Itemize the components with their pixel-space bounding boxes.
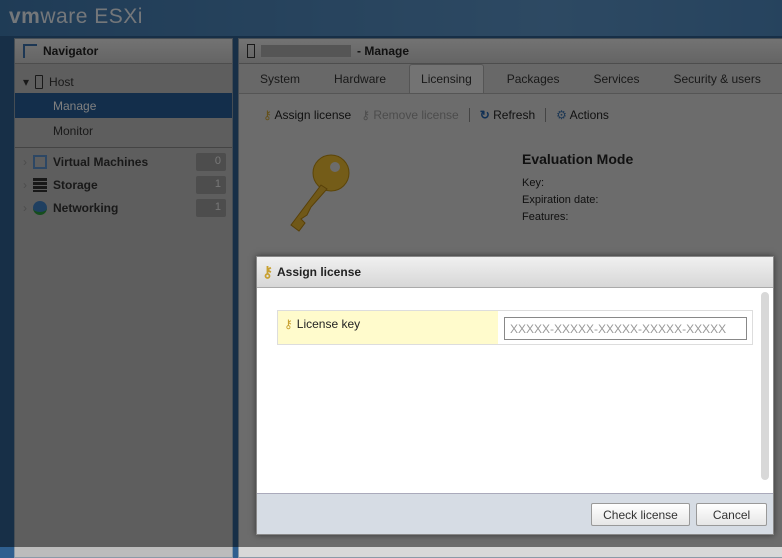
- key-add-icon: ⚷: [262, 264, 273, 281]
- dialog-title: Assign license: [277, 265, 362, 279]
- dialog-title-bar[interactable]: ⚷ Assign license: [257, 257, 773, 288]
- dialog-body: ⚷ License key: [257, 288, 773, 494]
- key-icon: ⚷: [284, 317, 293, 331]
- scrollbar[interactable]: [761, 292, 769, 480]
- license-key-input[interactable]: [504, 317, 747, 340]
- license-key-label: ⚷ License key: [278, 311, 498, 344]
- license-key-row: ⚷ License key: [277, 310, 753, 345]
- cancel-button[interactable]: Cancel: [696, 503, 767, 526]
- assign-license-dialog: ⚷ Assign license ⚷License key Check lice…: [256, 256, 774, 535]
- dialog-footer: Check license Cancel: [257, 493, 773, 534]
- check-license-button[interactable]: Check license: [591, 503, 690, 526]
